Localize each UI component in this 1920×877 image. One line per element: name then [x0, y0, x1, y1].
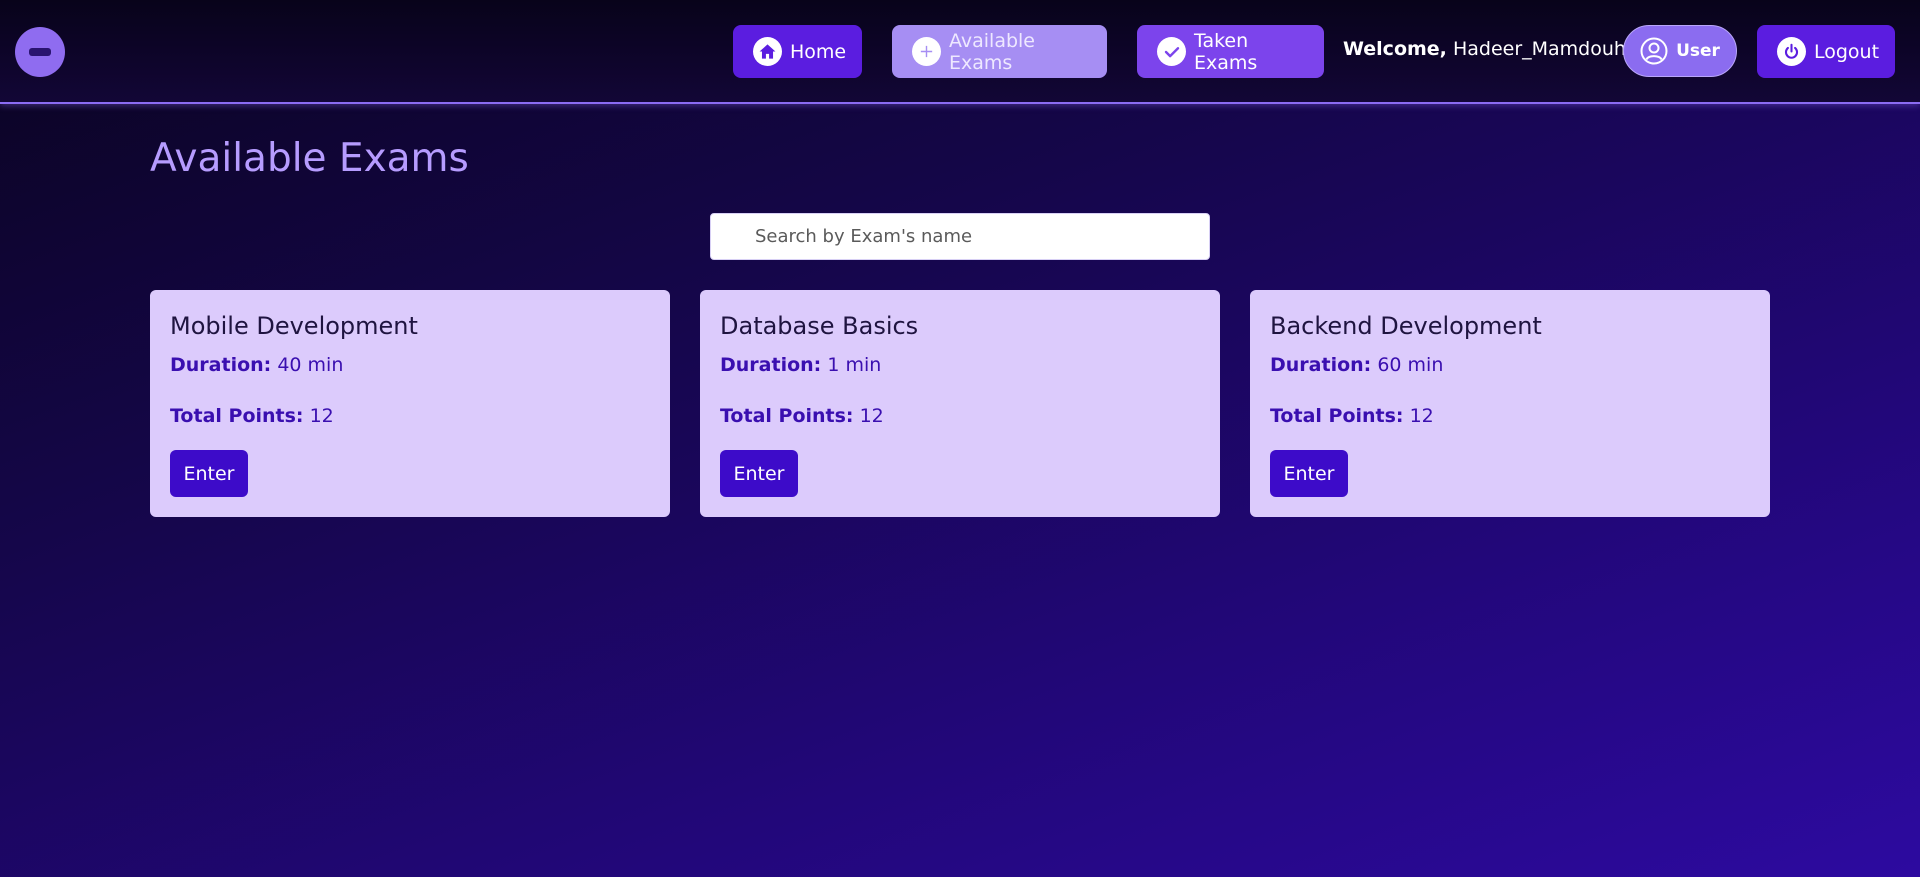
exam-title: Backend Development: [1270, 312, 1542, 340]
welcome-message: Welcome, Hadeer_Mamdouh: [1343, 38, 1626, 60]
home-icon: [753, 37, 782, 66]
user-circle-icon: [1640, 37, 1668, 65]
taken-exams-button-label: Taken Exams: [1194, 29, 1258, 74]
username: Hadeer_Mamdouh: [1452, 38, 1626, 60]
power-icon: [1777, 37, 1806, 66]
search-input[interactable]: [710, 213, 1210, 260]
enter-exam-button[interactable]: Enter: [720, 450, 798, 497]
logout-button[interactable]: Logout: [1757, 25, 1895, 78]
points-value: 12: [859, 405, 884, 427]
available-exams-button[interactable]: Available Exams: [892, 25, 1107, 78]
exam-duration: Duration: 1 min: [720, 354, 1200, 376]
duration-value: 60 min: [1377, 354, 1444, 376]
exam-title: Mobile Development: [170, 312, 418, 340]
page-title: Available Exams: [150, 136, 469, 181]
welcome-prefix: Welcome,: [1343, 38, 1447, 60]
available-exams-button-label: Available Exams: [949, 29, 1036, 74]
taken-exams-button[interactable]: Taken Exams: [1137, 25, 1324, 78]
duration-label: Duration:: [170, 354, 272, 376]
enter-exam-button[interactable]: Enter: [1270, 450, 1348, 497]
home-button[interactable]: Home: [733, 25, 862, 78]
points-value: 12: [1409, 405, 1434, 427]
home-button-label: Home: [790, 40, 847, 63]
exam-points: Total Points: 12: [1270, 405, 1750, 427]
check-circle-icon: [1157, 37, 1186, 66]
logout-button-label: Logout: [1814, 40, 1880, 63]
exam-title: Database Basics: [720, 312, 919, 340]
exam-duration: Duration: 60 min: [1270, 354, 1750, 376]
points-label: Total Points:: [170, 405, 304, 427]
plus-circle-icon: [912, 37, 941, 66]
points-value: 12: [309, 405, 334, 427]
top-navbar: Home Available Exams Taken Exams Welcome…: [0, 0, 1920, 104]
exam-duration: Duration: 40 min: [170, 354, 650, 376]
user-button-label: User: [1676, 41, 1720, 61]
exam-card: Database Basics Duration: 1 min Total Po…: [700, 290, 1220, 517]
exam-points: Total Points: 12: [170, 405, 650, 427]
duration-value: 40 min: [277, 354, 344, 376]
enter-exam-button[interactable]: Enter: [170, 450, 248, 497]
exam-card: Backend Development Duration: 60 min Tot…: [1250, 290, 1770, 517]
exam-points: Total Points: 12: [720, 405, 1200, 427]
user-button[interactable]: User: [1623, 25, 1737, 77]
app-logo[interactable]: [15, 27, 65, 77]
logo-mark: [29, 48, 51, 56]
points-label: Total Points:: [720, 405, 854, 427]
duration-value: 1 min: [827, 354, 882, 376]
exam-card: Mobile Development Duration: 40 min Tota…: [150, 290, 670, 517]
points-label: Total Points:: [1270, 405, 1404, 427]
duration-label: Duration:: [720, 354, 822, 376]
duration-label: Duration:: [1270, 354, 1372, 376]
